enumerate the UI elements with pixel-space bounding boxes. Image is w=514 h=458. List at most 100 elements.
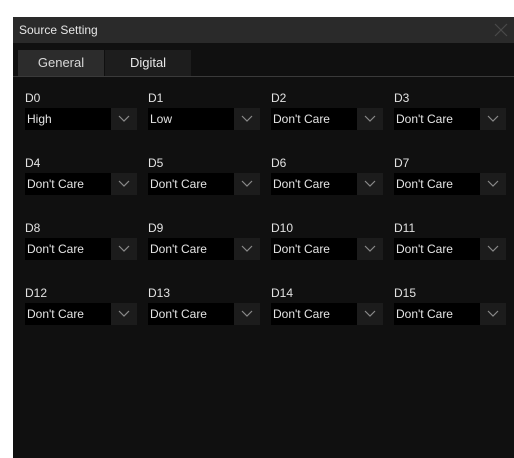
channel-value: High (25, 108, 111, 130)
chevron-down-icon (487, 310, 499, 317)
channel-label: D5 (148, 156, 164, 170)
channel-d0-select[interactable]: High (25, 108, 137, 130)
channel-label: D15 (394, 286, 417, 300)
chevron-down-icon (487, 115, 499, 122)
channel-value: Don't Care (25, 173, 111, 195)
channel-d4-select[interactable]: Don't Care (25, 173, 137, 195)
channel-value: Don't Care (148, 303, 234, 325)
channel-d8: D8 Don't Care (25, 221, 137, 267)
channel-d3: D3 Don't Care (394, 91, 506, 137)
channel-label: D13 (148, 286, 171, 300)
dropdown-arrow (357, 303, 383, 325)
channel-d7: D7 Don't Care (394, 156, 506, 202)
channel-d15: D15 Don't Care (394, 286, 506, 332)
dropdown-arrow (357, 238, 383, 260)
channel-label: D9 (148, 221, 164, 235)
channel-d14: D14 Don't Care (271, 286, 383, 332)
tab-bar: General Digital (13, 50, 514, 77)
channel-label: D7 (394, 156, 410, 170)
channel-label: D14 (271, 286, 294, 300)
channel-label: D0 (25, 91, 41, 105)
channel-d6: D6 Don't Care (271, 156, 383, 202)
channel-label: D12 (25, 286, 48, 300)
channel-d12-select[interactable]: Don't Care (25, 303, 137, 325)
dropdown-arrow (111, 238, 137, 260)
channel-d9-select[interactable]: Don't Care (148, 238, 260, 260)
chevron-down-icon (118, 310, 130, 317)
channel-d14-select[interactable]: Don't Care (271, 303, 383, 325)
channel-d15-select[interactable]: Don't Care (394, 303, 506, 325)
dropdown-arrow (357, 108, 383, 130)
channel-value: Don't Care (271, 238, 357, 260)
close-icon (494, 23, 508, 37)
chevron-down-icon (241, 180, 253, 187)
dropdown-arrow (111, 303, 137, 325)
channel-d13: D13 Don't Care (148, 286, 260, 332)
channel-d10: D10 Don't Care (271, 221, 383, 267)
channel-label: D1 (148, 91, 164, 105)
dropdown-arrow (234, 303, 260, 325)
channel-d3-select[interactable]: Don't Care (394, 108, 506, 130)
channel-value: Don't Care (394, 173, 480, 195)
channel-d6-select[interactable]: Don't Care (271, 173, 383, 195)
title-bar: Source Setting (13, 17, 514, 43)
chevron-down-icon (364, 180, 376, 187)
dropdown-arrow (480, 173, 506, 195)
channel-value: Don't Care (148, 238, 234, 260)
chevron-down-icon (364, 310, 376, 317)
chevron-down-icon (118, 245, 130, 252)
chevron-down-icon (241, 115, 253, 122)
dropdown-arrow (480, 238, 506, 260)
tab-general[interactable]: General (18, 50, 104, 76)
channel-d1-select[interactable]: Low (148, 108, 260, 130)
dialog-title: Source Setting (19, 23, 98, 37)
channel-value: Don't Care (25, 238, 111, 260)
channel-label: D2 (271, 91, 287, 105)
channel-d2-select[interactable]: Don't Care (271, 108, 383, 130)
channel-value: Don't Care (148, 173, 234, 195)
dropdown-arrow (111, 173, 137, 195)
channel-d10-select[interactable]: Don't Care (271, 238, 383, 260)
dropdown-arrow (480, 108, 506, 130)
channel-d1: D1 Low (148, 91, 260, 137)
channel-d7-select[interactable]: Don't Care (394, 173, 506, 195)
chevron-down-icon (118, 180, 130, 187)
channel-d5-select[interactable]: Don't Care (148, 173, 260, 195)
channel-label: D6 (271, 156, 287, 170)
channel-value: Don't Care (271, 303, 357, 325)
dropdown-arrow (234, 238, 260, 260)
channel-d12: D12 Don't Care (25, 286, 137, 332)
close-button[interactable] (488, 17, 514, 43)
channel-d8-select[interactable]: Don't Care (25, 238, 137, 260)
channel-d13-select[interactable]: Don't Care (148, 303, 260, 325)
channel-d5: D5 Don't Care (148, 156, 260, 202)
channel-value: Low (148, 108, 234, 130)
channel-label: D10 (271, 221, 294, 235)
channel-d11-select[interactable]: Don't Care (394, 238, 506, 260)
channel-d0: D0 High (25, 91, 137, 137)
tab-digital[interactable]: Digital (105, 50, 191, 76)
channel-value: Don't Care (394, 303, 480, 325)
channel-value: Don't Care (25, 303, 111, 325)
channel-d11: D11 Don't Care (394, 221, 506, 267)
channel-value: Don't Care (271, 108, 357, 130)
channel-label: D8 (25, 221, 41, 235)
channel-value: Don't Care (271, 173, 357, 195)
chevron-down-icon (364, 245, 376, 252)
chevron-down-icon (241, 310, 253, 317)
dropdown-arrow (357, 173, 383, 195)
dropdown-arrow (234, 173, 260, 195)
dropdown-arrow (234, 108, 260, 130)
channel-label: D4 (25, 156, 41, 170)
dropdown-arrow (111, 108, 137, 130)
channel-value: Don't Care (394, 108, 480, 130)
chevron-down-icon (487, 245, 499, 252)
channel-d4: D4 Don't Care (25, 156, 137, 202)
channel-d9: D9 Don't Care (148, 221, 260, 267)
channel-value: Don't Care (394, 238, 480, 260)
chevron-down-icon (241, 245, 253, 252)
chevron-down-icon (118, 115, 130, 122)
chevron-down-icon (364, 115, 376, 122)
channel-label: D3 (394, 91, 410, 105)
channel-label: D11 (394, 221, 416, 235)
